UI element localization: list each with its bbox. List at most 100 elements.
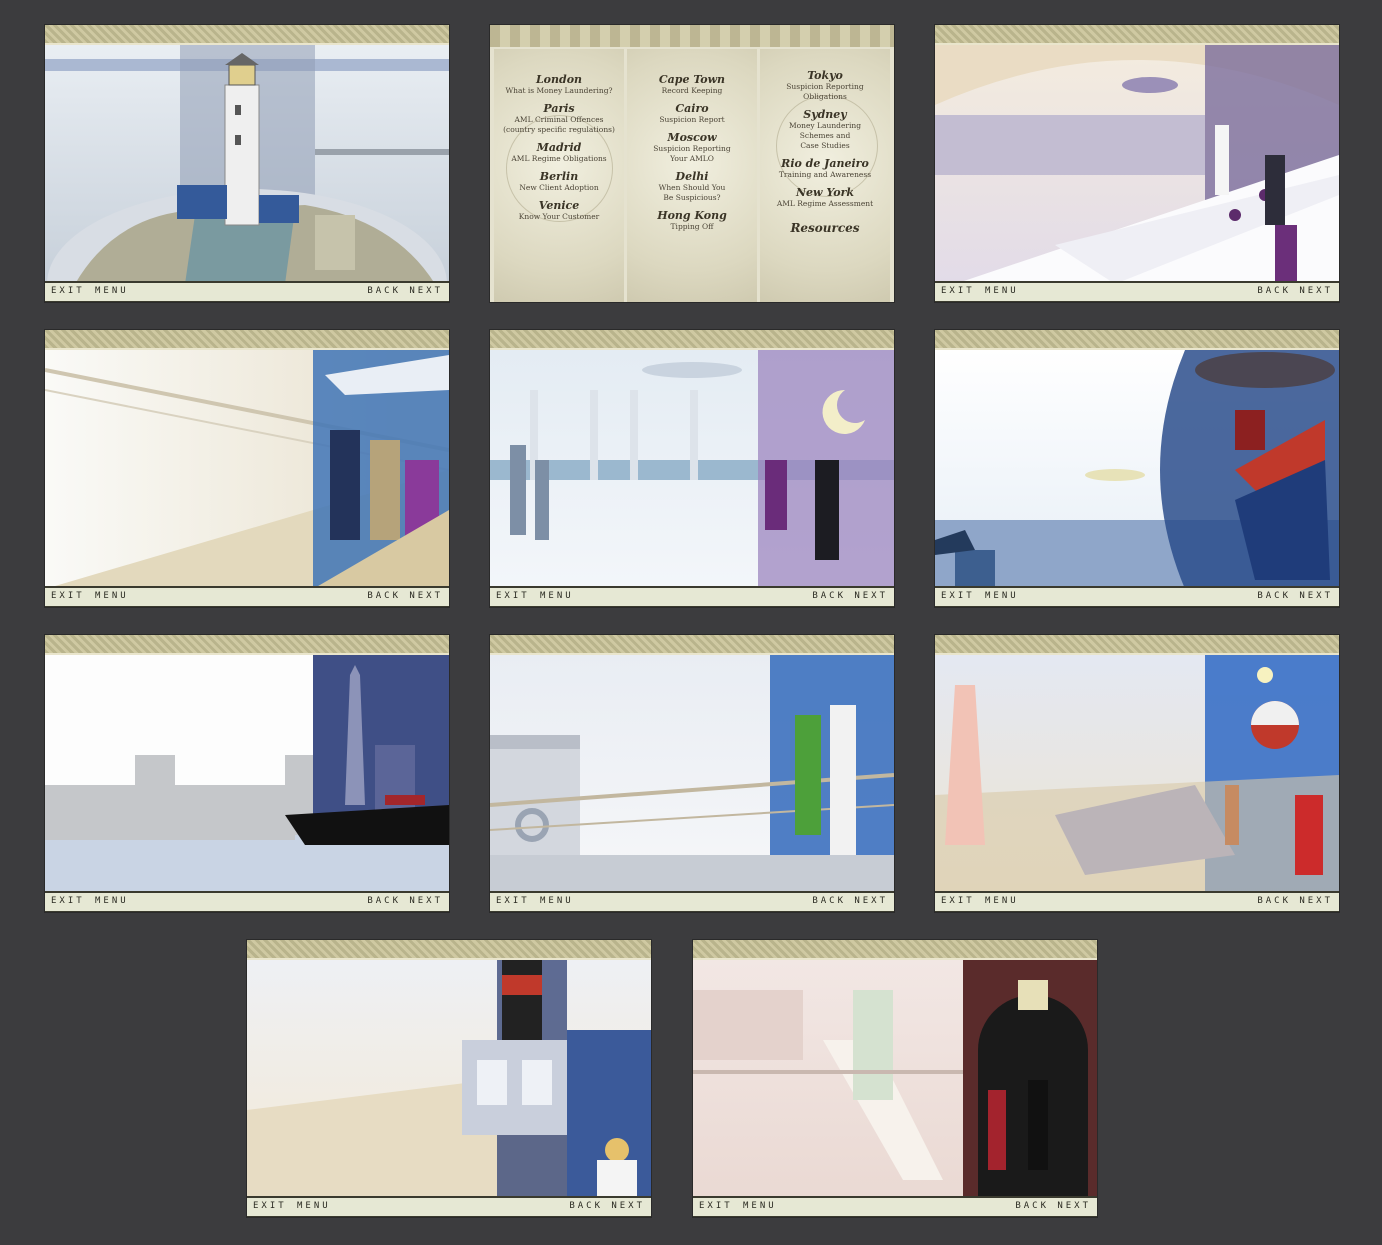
menu-topic[interactable]: AML Criminal Offences (494, 115, 624, 125)
slide-header (247, 940, 651, 960)
slide-deck-chairs[interactable]: EXIT MENU BACK NEXT (45, 330, 449, 607)
menu-topic[interactable]: (country specific regulations) (494, 125, 624, 135)
slide-grand-staircase[interactable]: EXIT MENU BACK NEXT (693, 940, 1097, 1217)
slide-footer: EXIT MENU BACK NEXT (935, 281, 1339, 302)
menu-button[interactable]: MENU (985, 591, 1019, 601)
liner-at-sea-illustration (935, 350, 1339, 589)
new-york-arrival-illustration (45, 655, 449, 894)
menu-topic[interactable]: Case Studies (760, 141, 890, 151)
menu-item-tokyo[interactable]: Tokyo (760, 69, 890, 82)
next-button[interactable]: NEXT (1057, 1201, 1091, 1211)
exit-button[interactable]: EXIT (496, 896, 530, 906)
exit-button[interactable]: EXIT (51, 591, 85, 601)
menu-button[interactable]: MENU (540, 591, 574, 601)
slide-header (490, 330, 894, 350)
slide-lighthouse[interactable]: EXIT MENU BACK NEXT (45, 25, 449, 302)
exit-button[interactable]: EXIT (496, 591, 530, 601)
back-button[interactable]: BACK (1015, 1201, 1049, 1211)
slide-new-york-arrival[interactable]: EXIT MENU BACK NEXT (45, 635, 449, 912)
back-button[interactable]: BACK (1257, 591, 1291, 601)
menu-topic[interactable]: Suspicion Report (627, 115, 757, 125)
slide-footer: EXIT MENU BACK NEXT (693, 1196, 1097, 1217)
menu-item-resources[interactable]: Resources (760, 221, 890, 235)
back-button[interactable]: BACK (367, 286, 401, 296)
slide-footer: EXIT MENU BACK NEXT (45, 281, 449, 302)
exit-button[interactable]: EXIT (253, 1201, 287, 1211)
slide-header (935, 330, 1339, 350)
exit-button[interactable]: EXIT (941, 896, 975, 906)
menu-item-delhi[interactable]: Delhi (627, 170, 757, 183)
slide-liner-at-sea[interactable]: EXIT MENU BACK NEXT (935, 330, 1339, 607)
next-button[interactable]: NEXT (409, 896, 443, 906)
funnel-deck-illustration (247, 960, 651, 1199)
menu-topic[interactable]: Schemes and (760, 131, 890, 141)
menu-topic[interactable]: Money Laundering (760, 121, 890, 131)
menu-item-berlin[interactable]: Berlin (494, 170, 624, 183)
back-button[interactable]: BACK (367, 591, 401, 601)
menu-topic[interactable]: Be Suspicious? (627, 193, 757, 203)
menu-button[interactable]: MENU (985, 286, 1019, 296)
menu-topic[interactable]: New Client Adoption (494, 183, 624, 193)
menu-item-london[interactable]: London (494, 73, 624, 86)
menu-button[interactable]: MENU (985, 896, 1019, 906)
slide-pool-deck[interactable]: EXIT MENU BACK NEXT (935, 635, 1339, 912)
slide-promenade-deck[interactable]: EXIT MENU BACK NEXT (490, 635, 894, 912)
menu-item-hong-kong[interactable]: Hong Kong (627, 209, 757, 222)
next-button[interactable]: NEXT (854, 591, 888, 601)
slide-footer: EXIT MENU BACK NEXT (247, 1196, 651, 1217)
slide-footer: EXIT MENU BACK NEXT (490, 586, 894, 607)
slide-ballroom[interactable]: EXIT MENU BACK NEXT (490, 330, 894, 607)
back-button[interactable]: BACK (812, 896, 846, 906)
menu-item-rio-de-janeiro[interactable]: Rio de Janeiro (760, 157, 890, 170)
slide-footer: EXIT MENU BACK NEXT (935, 586, 1339, 607)
menu-topic[interactable]: Suspicion Reporting (627, 144, 757, 154)
menu-button[interactable]: MENU (95, 591, 129, 601)
next-button[interactable]: NEXT (1299, 896, 1333, 906)
next-button[interactable]: NEXT (409, 286, 443, 296)
menu-item-cairo[interactable]: Cairo (627, 102, 757, 115)
exit-button[interactable]: EXIT (51, 286, 85, 296)
back-button[interactable]: BACK (1257, 286, 1291, 296)
menu-topic[interactable]: Record Keeping (627, 86, 757, 96)
menu-item-new-york[interactable]: New York (760, 186, 890, 199)
menu-topic[interactable]: AML Regime Obligations (494, 154, 624, 164)
menu-topic[interactable]: Your AMLO (627, 154, 757, 164)
menu-item-venice[interactable]: Venice (494, 199, 624, 212)
slide-header (45, 635, 449, 655)
next-button[interactable]: NEXT (854, 896, 888, 906)
exit-button[interactable]: EXIT (699, 1201, 733, 1211)
back-button[interactable]: BACK (367, 896, 401, 906)
back-button[interactable]: BACK (569, 1201, 603, 1211)
menu-topic[interactable]: Training and Awareness (760, 170, 890, 180)
menu-item-paris[interactable]: Paris (494, 102, 624, 115)
slide-dining-room[interactable]: EXIT MENU BACK NEXT (935, 25, 1339, 302)
menu-topic[interactable]: Suspicion Reporting (760, 82, 890, 92)
slide-funnel-deck[interactable]: EXIT MENU BACK NEXT (247, 940, 651, 1217)
slide-menu[interactable]: London What is Money Laundering? Paris A… (490, 25, 894, 302)
menu-topic[interactable]: When Should You (627, 183, 757, 193)
exit-button[interactable]: EXIT (941, 286, 975, 296)
menu-topic[interactable]: What is Money Laundering? (494, 86, 624, 96)
menu-button[interactable]: MENU (743, 1201, 777, 1211)
back-button[interactable]: BACK (1257, 896, 1291, 906)
next-button[interactable]: NEXT (409, 591, 443, 601)
exit-button[interactable]: EXIT (51, 896, 85, 906)
pool-deck-illustration (935, 655, 1339, 894)
menu-item-moscow[interactable]: Moscow (627, 131, 757, 144)
menu-topic[interactable]: AML Regime Assessment (760, 199, 890, 209)
menu-topic[interactable]: Obligations (760, 92, 890, 102)
menu-button[interactable]: MENU (297, 1201, 331, 1211)
menu-button[interactable]: MENU (540, 896, 574, 906)
next-button[interactable]: NEXT (1299, 591, 1333, 601)
exit-button[interactable]: EXIT (941, 591, 975, 601)
next-button[interactable]: NEXT (1299, 286, 1333, 296)
back-button[interactable]: BACK (812, 591, 846, 601)
menu-item-madrid[interactable]: Madrid (494, 141, 624, 154)
menu-topic[interactable]: Tipping Off (627, 222, 757, 232)
menu-topic[interactable]: Know Your Customer (494, 212, 624, 222)
menu-button[interactable]: MENU (95, 286, 129, 296)
menu-item-cape-town[interactable]: Cape Town (627, 73, 757, 86)
menu-item-sydney[interactable]: Sydney (760, 108, 890, 121)
next-button[interactable]: NEXT (611, 1201, 645, 1211)
menu-button[interactable]: MENU (95, 896, 129, 906)
